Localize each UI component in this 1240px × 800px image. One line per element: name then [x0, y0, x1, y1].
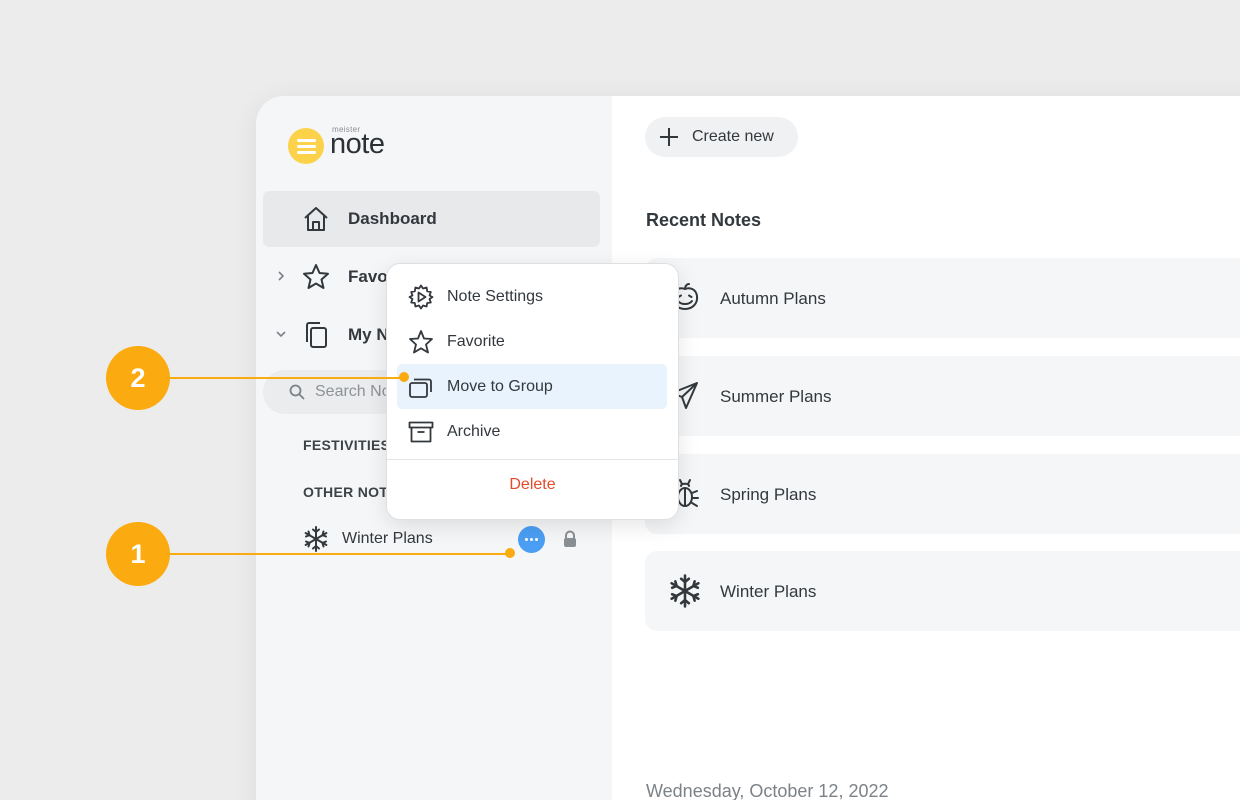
move-group-icon: [409, 378, 432, 398]
annotation-badge-2: 2: [106, 346, 170, 410]
sidebar-item-label: Dashboard: [348, 209, 437, 228]
logo-product-text: note: [330, 128, 385, 160]
notes-icon: [306, 322, 327, 348]
app-logo[interactable]: meister note: [286, 124, 426, 166]
date-header: Wednesday, October 12, 2022: [646, 781, 889, 800]
star-icon: [409, 330, 433, 354]
note-card-summer[interactable]: Summer Plans: [645, 356, 1240, 436]
menu-item-label: Move to Group: [447, 378, 553, 395]
menu-item-note-settings[interactable]: Note Settings: [397, 274, 667, 319]
archive-icon: [408, 421, 434, 443]
create-new-button[interactable]: Create new: [645, 117, 798, 157]
section-label-other-notes: OTHER NOT: [303, 484, 389, 500]
context-menu: Note Settings Favorite Move to Group Arc…: [386, 263, 679, 520]
note-card-label: Summer Plans: [720, 387, 832, 406]
annotation-1-pointer-line: [150, 553, 512, 555]
home-icon: [304, 207, 328, 231]
settings-gear-icon: [408, 284, 434, 310]
menu-item-label: Note Settings: [447, 288, 544, 305]
chevron-right-icon[interactable]: [274, 269, 288, 283]
more-options-button[interactable]: [518, 526, 545, 553]
annotation-2-pointer-line: [150, 377, 405, 379]
menu-item-archive[interactable]: Archive: [397, 409, 667, 454]
annotation-1-pointer-dot: [505, 548, 515, 558]
annotation-number: 1: [130, 539, 146, 569]
lock-icon: [564, 530, 576, 547]
note-card-winter[interactable]: Winter Plans: [645, 551, 1240, 631]
menu-item-delete[interactable]: Delete: [387, 476, 678, 494]
plus-icon: [660, 128, 678, 146]
menu-divider: [387, 459, 678, 460]
section-label-festivities: FESTIVITIES: [303, 437, 391, 453]
note-card-label: Autumn Plans: [720, 289, 826, 308]
note-card-label: Spring Plans: [720, 485, 817, 504]
recent-notes-title: Recent Notes: [646, 210, 762, 230]
annotation-2-pointer-dot: [399, 372, 409, 382]
note-card-spring[interactable]: Spring Plans: [645, 454, 1240, 534]
star-icon: [303, 264, 329, 289]
create-new-label: Create new: [692, 128, 774, 145]
menu-item-label: Favorite: [447, 333, 505, 350]
menu-item-move-to-group[interactable]: Move to Group: [397, 364, 667, 409]
search-icon: [289, 384, 305, 400]
sidebar-item-label: Favo: [348, 267, 388, 286]
snowflake-icon: [304, 526, 328, 552]
logo-badge: [288, 128, 324, 164]
sidebar-note-winter-plans[interactable]: Winter Plans: [286, 521, 596, 557]
note-card-autumn[interactable]: Autumn Plans: [645, 258, 1240, 338]
note-card-label: Winter Plans: [720, 582, 817, 601]
menu-item-label: Archive: [447, 423, 501, 440]
sidebar-item-label: My N: [348, 325, 389, 344]
snowflake-icon: [670, 574, 700, 608]
sidebar-note-label: Winter Plans: [342, 530, 433, 547]
annotation-badge-1: 1: [106, 522, 170, 586]
chevron-down-icon[interactable]: [274, 327, 288, 341]
annotation-number: 2: [130, 363, 146, 393]
menu-item-favorite[interactable]: Favorite: [397, 319, 667, 364]
main-panel: Create new Recent Notes Autumn Plans Sum…: [612, 96, 1240, 800]
sidebar-item-dashboard[interactable]: Dashboard: [263, 191, 600, 247]
